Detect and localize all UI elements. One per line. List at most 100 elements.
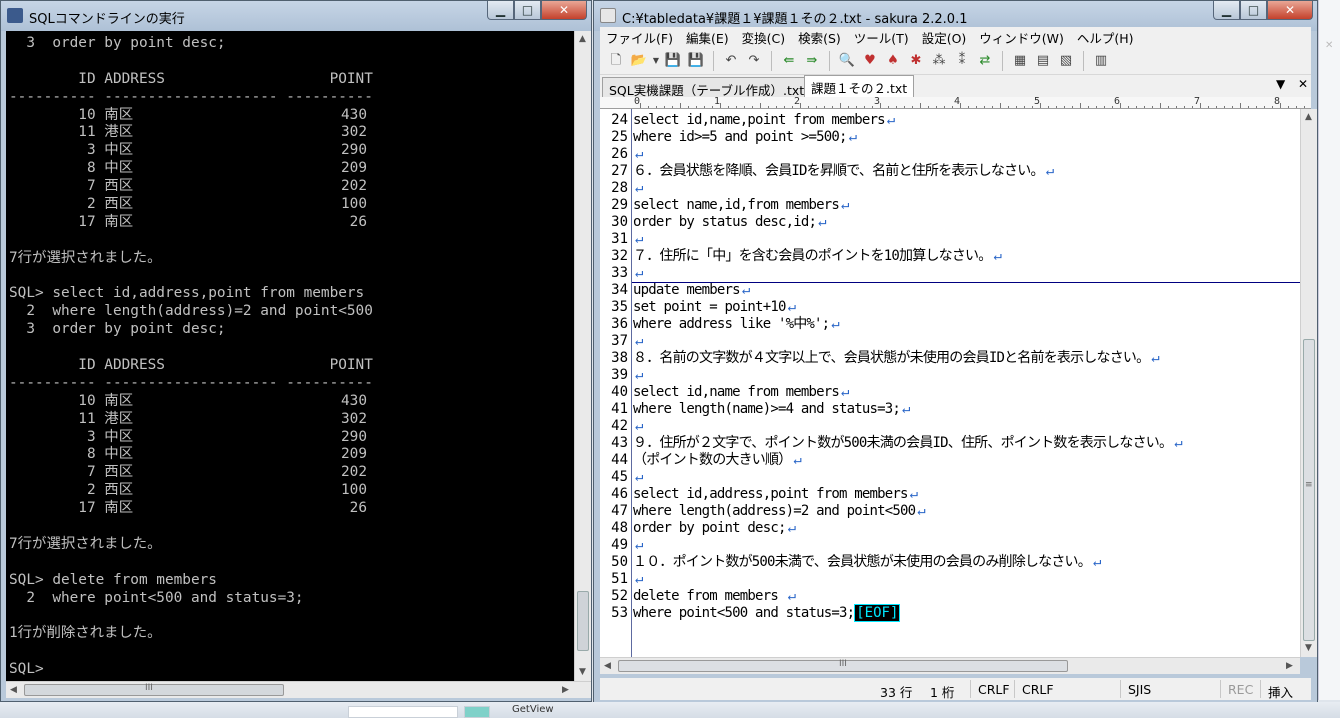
replace-icon[interactable]: ⁂ — [929, 51, 949, 71]
editor-line[interactable]: 40 select id,name from members ↵ — [600, 384, 1300, 401]
menu-item[interactable]: ウィンドウ(W) — [973, 28, 1071, 47]
editor-close-button[interactable]: ✕ — [1267, 1, 1313, 20]
grep-icon[interactable]: ⁑ — [952, 51, 972, 71]
tab-kadai-part2[interactable]: 課題１その２.txt — [804, 75, 915, 97]
tag-jump-icon[interactable]: ⇄ — [975, 51, 995, 71]
editor-line[interactable]: 26 ↵ — [600, 146, 1300, 163]
console-vscroll-thumb[interactable] — [577, 591, 589, 651]
save-icon[interactable]: 💾 — [663, 51, 683, 71]
new-file-icon[interactable]: 🗋 — [606, 51, 626, 71]
search-mark-icon[interactable]: ✱ — [906, 51, 926, 71]
jump-forward-icon[interactable]: ⇛ — [802, 51, 822, 71]
crlf-icon: ↵ — [635, 367, 643, 383]
console-maximize-button[interactable]: □ — [514, 1, 541, 20]
scroll-up-icon[interactable]: ▲ — [1305, 112, 1312, 122]
line-content: where length(name)>=4 and status=3; ↵ — [633, 401, 910, 418]
editor-line[interactable]: 31 ↵ — [600, 231, 1300, 248]
taskbar-item-label[interactable]: GetView — [512, 704, 554, 715]
search-prev-icon[interactable]: ♥ — [860, 51, 880, 71]
scroll-left-icon[interactable]: ◀ — [10, 685, 17, 695]
open-file-icon[interactable]: 📂 — [629, 51, 649, 71]
console-vertical-scrollbar[interactable]: ▲ ▼ — [574, 31, 591, 681]
console-minimize-button[interactable]: ▁ — [487, 1, 514, 20]
editor-line[interactable]: 53 where point<500 and status=3; [EOF] — [600, 604, 1300, 622]
editor-hscroll-thumb[interactable]: III — [618, 659, 1068, 672]
console-close-button[interactable]: ✕ — [541, 1, 587, 20]
scroll-up-icon[interactable]: ▲ — [579, 34, 586, 44]
line-content: ８．名前の文字数が４文字以上で、会員状態が未使用の会員IDと名前を表示しなさい。… — [633, 350, 1160, 367]
console-titlebar[interactable]: SQLコマンドラインの実行 ▁ □ ✕ — [1, 1, 591, 31]
editor-line[interactable]: 32 ７．住所に「中」を含む会員のポイントを10加算しなさい。 ↵ — [600, 248, 1300, 265]
editor-line[interactable]: 25 where id>=5 and point >=500; ↵ — [600, 129, 1300, 146]
menu-item[interactable]: ツール(T) — [848, 28, 916, 47]
line-number: 29 — [611, 197, 628, 213]
editor-line[interactable]: 51 ↵ — [600, 571, 1300, 588]
tab-list-dropdown-icon[interactable]: ▼ — [1276, 77, 1285, 91]
editor-line[interactable]: 34 update members ↵ — [600, 282, 1300, 299]
scroll-down-icon[interactable]: ▼ — [579, 667, 586, 677]
editor-line[interactable]: 37 ↵ — [600, 333, 1300, 350]
undo-icon[interactable]: ↶ — [721, 51, 741, 71]
save-all-icon[interactable]: 💾 — [686, 51, 706, 71]
editor-line[interactable]: 38 ８．名前の文字数が４文字以上で、会員状態が未使用の会員IDと名前を表示しなさ… — [600, 350, 1300, 367]
editor-line[interactable]: 42 ↵ — [600, 418, 1300, 435]
editor-line[interactable]: 36 where address like '%中%'; ↵ — [600, 316, 1300, 333]
jump-back-icon[interactable]: ⇚ — [779, 51, 799, 71]
line-number: 51 — [611, 571, 628, 587]
status-linebreak[interactable]: CRLF — [978, 682, 1010, 697]
editor-line[interactable]: 45 ↵ — [600, 469, 1300, 486]
search-icon[interactable]: 🔍 — [837, 51, 857, 71]
editor-line[interactable]: 52 delete from members ↵ — [600, 588, 1300, 605]
editor-line[interactable]: 29 select name,id,from members ↵ — [600, 197, 1300, 214]
menu-item[interactable]: 設定(O) — [916, 28, 974, 47]
status-encoding[interactable]: SJIS — [1128, 682, 1151, 697]
editor-line[interactable]: 49 ↵ — [600, 537, 1300, 554]
editor-line[interactable]: 41 where length(name)>=4 and status=3; ↵ — [600, 401, 1300, 418]
editor-line[interactable]: 24 select id,name,point from members ↵ — [600, 112, 1300, 129]
editor-vscroll-thumb[interactable]: ≡ — [1303, 339, 1315, 641]
tab-sql-table-creation[interactable]: SQL実機課題（テーブル作成）.txt — [602, 77, 812, 98]
console-horizontal-scrollbar[interactable]: ◀ III ▶ — [6, 681, 591, 698]
line-content: where length(address)=2 and point<500 ↵ — [633, 503, 926, 520]
editor-vertical-scrollbar[interactable]: ▲ ≡ ▼ — [1300, 109, 1317, 657]
menu-item[interactable]: 検索(S) — [792, 28, 848, 47]
menu-item[interactable]: 変換(C) — [736, 28, 792, 47]
scroll-right-icon[interactable]: ▶ — [562, 685, 569, 695]
macro-icon[interactable]: ▧ — [1056, 51, 1076, 71]
editor-line[interactable]: 50 １０．ポイント数が500未満で、会員状態が未使用の会員のみ削除しなさい。 ↵ — [600, 554, 1300, 571]
editor-line[interactable]: 33 ↵ — [600, 265, 1300, 282]
editor-minimize-button[interactable]: ▁ — [1213, 1, 1240, 20]
console-hscroll-thumb[interactable]: III — [24, 683, 284, 696]
search-next-icon[interactable]: ♠ — [883, 51, 903, 71]
tab-close-icon[interactable]: ✕ — [1298, 77, 1308, 91]
editor-line[interactable]: 30 order by status desc,id; ↵ — [600, 214, 1300, 231]
scroll-right-icon[interactable]: ▶ — [1286, 661, 1293, 671]
scroll-down-icon[interactable]: ▼ — [1305, 643, 1312, 653]
compare-icon[interactable]: ▤ — [1033, 51, 1053, 71]
editor-line[interactable]: 28 ↵ — [600, 180, 1300, 197]
editor-line[interactable]: 43 ９．住所が２文字で、ポイント数が500未満の会員ID、住所、ポイント数を表示… — [600, 435, 1300, 452]
menu-item[interactable]: 編集(E) — [680, 28, 736, 47]
eof-marker: [EOF] — [854, 604, 901, 622]
scroll-left-icon[interactable]: ◀ — [604, 661, 611, 671]
status-input-linebreak[interactable]: CRLF — [1022, 682, 1054, 697]
editor-line[interactable]: 47 where length(address)=2 and point<500 ↵ — [600, 503, 1300, 520]
redo-icon[interactable]: ↷ — [744, 51, 764, 71]
menu-item[interactable]: ファイル(F) — [600, 28, 680, 47]
editor-line[interactable]: 46 select id,address,point from members ↵ — [600, 486, 1300, 503]
editor-line[interactable]: 35 set point = point+10 ↵ — [600, 299, 1300, 316]
editor-maximize-button[interactable]: □ — [1240, 1, 1267, 20]
editor-line[interactable]: 44 （ポイント数の大きい順） ↵ — [600, 452, 1300, 469]
editor-line[interactable]: 39 ↵ — [600, 367, 1300, 384]
taskbar-thumbnail[interactable] — [348, 706, 458, 718]
text-edit-area[interactable]: 24 select id,name,point from members ↵ 25 wh… — [600, 109, 1300, 657]
outline-icon[interactable]: ▦ — [1010, 51, 1030, 71]
menu-item[interactable]: ヘルプ(H) — [1071, 28, 1141, 47]
editor-line[interactable]: 27 ６．会員状態を降順、会員IDを昇順で、名前と住所を表示しなさい。 ↵ — [600, 163, 1300, 180]
editor-horizontal-scrollbar[interactable]: ◀ III ▶ — [600, 657, 1300, 674]
console-output-area[interactable]: 3 order by point desc; ID ADDRESS POINT -… — [6, 31, 574, 681]
editor-line[interactable]: 48 order by point desc; ↵ — [600, 520, 1300, 537]
settings-icon[interactable]: ▥ — [1091, 51, 1111, 71]
dropdown-icon[interactable]: ▼ — [652, 51, 660, 71]
taskbar-thumbnail[interactable] — [464, 706, 490, 718]
